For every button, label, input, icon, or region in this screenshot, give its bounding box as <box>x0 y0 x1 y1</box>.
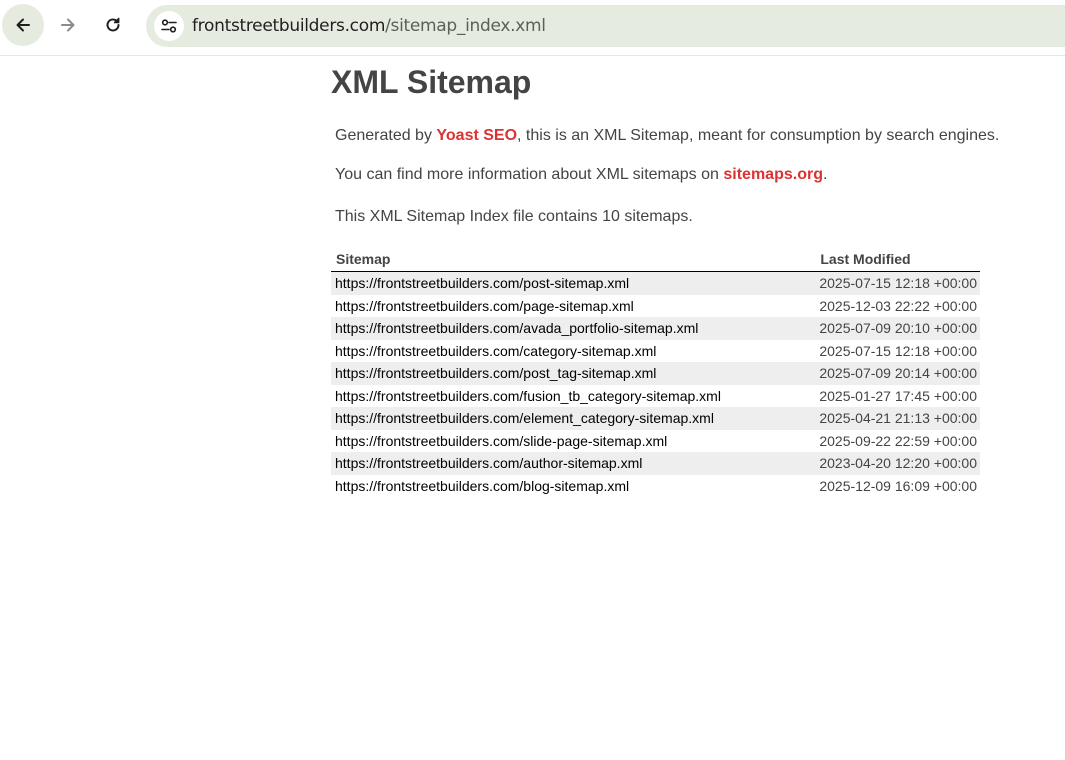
forward-button[interactable] <box>47 4 89 46</box>
table-row: https://frontstreetbuilders.com/element_… <box>331 407 980 430</box>
sitemap-link[interactable]: https://frontstreetbuilders.com/post_tag… <box>335 365 656 381</box>
sitemap-cell: https://frontstreetbuilders.com/blog-sit… <box>331 475 815 498</box>
table-header-row: Sitemap Last Modified <box>331 250 980 272</box>
site-info-button[interactable] <box>154 11 184 41</box>
forward-arrow-icon <box>61 18 75 32</box>
last-modified-cell: 2025-07-15 12:18 +00:00 <box>819 342 977 359</box>
site-info-tune-icon <box>161 19 177 33</box>
reload-button[interactable] <box>92 4 134 46</box>
sitemap-link[interactable]: https://frontstreetbuilders.com/author-s… <box>335 455 642 471</box>
intro-generated-by: Generated by Yoast SEO, this is an XML S… <box>335 127 999 145</box>
sitemap-count-text: This XML Sitemap Index file contains 10 … <box>335 208 693 225</box>
sitemap-cell: https://frontstreetbuilders.com/post-sit… <box>331 271 816 295</box>
intro1-prefix: Generated by <box>335 127 437 144</box>
page-title: XML Sitemap <box>331 64 532 100</box>
last-modified-cell: 2025-07-09 20:10 +00:00 <box>815 317 980 340</box>
last-modified-cell: 2025-12-09 16:09 +00:00 <box>819 477 977 494</box>
sitemap-cell: https://frontstreetbuilders.com/slide-pa… <box>331 430 815 453</box>
sitemap-cell: https://frontstreetbuilders.com/page-sit… <box>331 295 815 318</box>
sitemap-link[interactable]: https://frontstreetbuilders.com/post-sit… <box>335 275 629 291</box>
sitemap-cell: https://frontstreetbuilders.com/post_tag… <box>331 362 816 385</box>
table-row: https://frontstreetbuilders.com/page-sit… <box>331 295 980 318</box>
sitemap-cell: https://frontstreetbuilders.com/author-s… <box>331 452 816 475</box>
url-text[interactable]: frontstreetbuilders.com/sitemap_index.xm… <box>192 16 546 36</box>
back-button[interactable] <box>2 4 44 46</box>
sitemap-cell: https://frontstreetbuilders.com/avada_po… <box>331 317 816 340</box>
last-modified-cell: 2025-04-21 21:13 +00:00 <box>815 407 980 430</box>
sitemap-link[interactable]: https://frontstreetbuilders.com/avada_po… <box>335 320 698 336</box>
sitemap-cell: https://frontstreetbuilders.com/fusion_t… <box>331 385 815 408</box>
last-modified-cell: 2025-09-22 22:59 +00:00 <box>819 432 977 449</box>
last-modified-cell: 2025-01-27 17:45 +00:00 <box>819 387 977 404</box>
table-row: https://frontstreetbuilders.com/avada_po… <box>331 317 980 340</box>
last-modified-cell: 2025-12-03 22:22 +00:00 <box>819 297 977 314</box>
address-bar[interactable]: frontstreetbuilders.com/sitemap_index.xm… <box>146 5 1065 47</box>
last-modified-cell: 2025-07-09 20:14 +00:00 <box>815 362 980 385</box>
yoast-seo-link[interactable]: Yoast SEO <box>436 127 517 144</box>
sitemap-cell: https://frontstreetbuilders.com/category… <box>331 340 815 363</box>
intro2-prefix: You can find more information about XML … <box>335 166 724 183</box>
sitemaps-org-link[interactable]: sitemaps.org <box>723 166 823 183</box>
url-host: frontstreetbuilders.com <box>192 16 386 36</box>
sitemap-link[interactable]: https://frontstreetbuilders.com/slide-pa… <box>335 433 667 449</box>
table-row: https://frontstreetbuilders.com/category… <box>331 340 980 363</box>
reload-icon <box>106 17 120 32</box>
url-path: /sitemap_index.xml <box>385 16 546 36</box>
sitemap-link[interactable]: https://frontstreetbuilders.com/page-sit… <box>335 298 634 314</box>
back-arrow-icon <box>16 18 30 32</box>
column-header-sitemap: Sitemap <box>331 250 816 272</box>
sitemap-link[interactable]: https://frontstreetbuilders.com/blog-sit… <box>335 478 629 494</box>
sitemap-link[interactable]: https://frontstreetbuilders.com/element_… <box>335 410 714 426</box>
intro-more-info: You can find more information about XML … <box>335 166 827 184</box>
intro1-suffix: , this is an XML Sitemap, meant for cons… <box>517 127 1000 144</box>
sitemap-cell: https://frontstreetbuilders.com/element_… <box>331 407 816 430</box>
table-row: https://frontstreetbuilders.com/post-sit… <box>331 271 980 295</box>
intro2-suffix: . <box>822 166 828 183</box>
last-modified-cell: 2025-07-15 12:18 +00:00 <box>815 271 980 295</box>
sitemap-link[interactable]: https://frontstreetbuilders.com/fusion_t… <box>335 388 721 404</box>
table-row: https://frontstreetbuilders.com/fusion_t… <box>331 385 980 408</box>
browser-toolbar: frontstreetbuilders.com/sitemap_index.xm… <box>0 0 1065 56</box>
table-row: https://frontstreetbuilders.com/slide-pa… <box>331 430 980 453</box>
sitemap-link[interactable]: https://frontstreetbuilders.com/category… <box>335 343 656 359</box>
column-header-last-modified: Last Modified <box>815 250 980 272</box>
sitemap-table: Sitemap Last Modified https://frontstree… <box>331 250 980 497</box>
last-modified-cell: 2023-04-20 12:20 +00:00 <box>815 452 980 475</box>
table-row: https://frontstreetbuilders.com/blog-sit… <box>331 475 980 498</box>
table-row: https://frontstreetbuilders.com/post_tag… <box>331 362 980 385</box>
table-row: https://frontstreetbuilders.com/author-s… <box>331 452 980 475</box>
